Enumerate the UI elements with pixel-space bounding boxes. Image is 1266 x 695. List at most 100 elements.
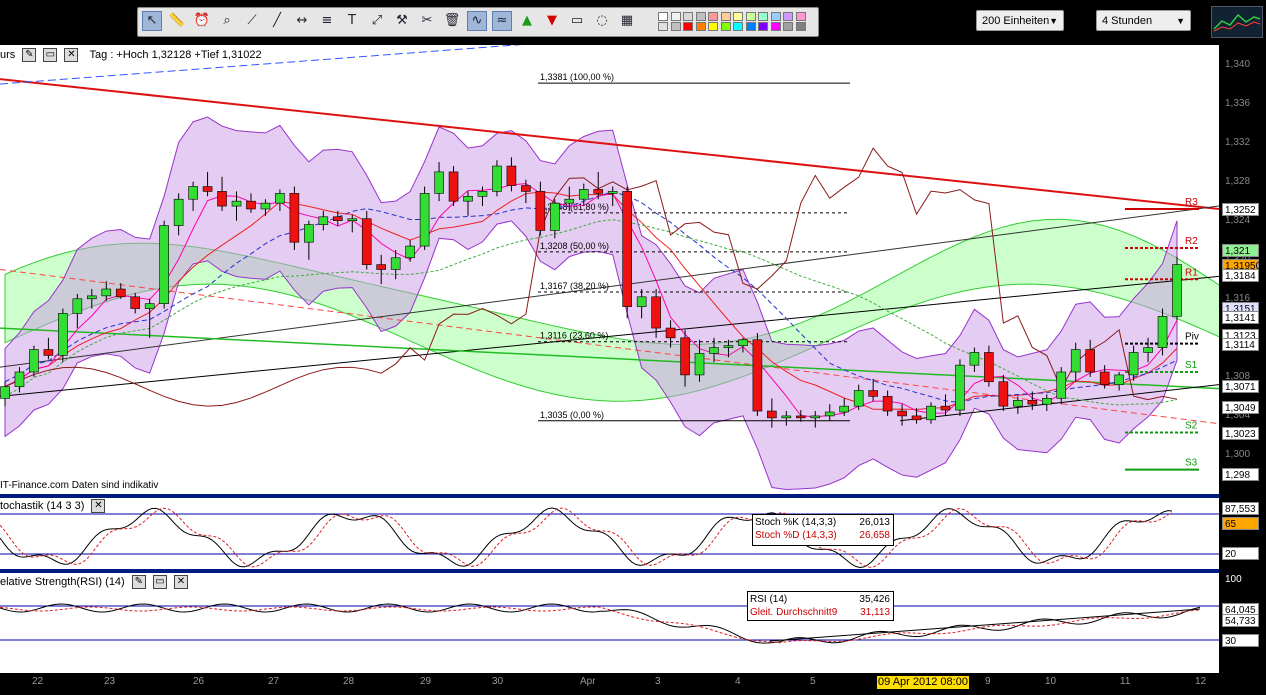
time-axis-label: 28 [343, 676, 355, 687]
price-axis-tag: 1,3071 [1222, 379, 1259, 393]
fib-icon[interactable]: ≡ [317, 11, 337, 31]
candle-body [434, 171, 444, 194]
candle-body [680, 337, 690, 376]
color-swatch[interactable] [770, 12, 781, 21]
candle-body [969, 352, 980, 366]
candle-body [506, 165, 517, 186]
color-swatch[interactable] [670, 22, 681, 31]
color-swatch[interactable] [683, 22, 693, 31]
color-swatch[interactable] [783, 22, 793, 31]
timeframe-dropdown[interactable]: 4 Stunden ▼ [1096, 10, 1191, 31]
stoch-axis-tag: 20 [1222, 547, 1259, 560]
rsi-value: 35,426 [859, 594, 890, 605]
time-axis-label: 10 [1045, 676, 1057, 687]
buy-arrow-icon[interactable]: ▲ [517, 11, 537, 31]
candle-body [419, 193, 430, 247]
color-swatch[interactable] [758, 12, 768, 21]
color-swatch[interactable] [708, 22, 718, 31]
sell-arrow-icon[interactable]: ▼ [542, 11, 562, 31]
units-dropdown[interactable]: 200 Einheiten ▼ [976, 10, 1064, 31]
stochastic-legend: Stoch %K (14,3,3) 26,013 Stoch %D (14,3,… [752, 514, 894, 546]
candle-body [897, 410, 907, 417]
ray-icon[interactable]: ╱ [267, 11, 287, 31]
candle-body [275, 193, 285, 204]
candle-body [926, 405, 936, 421]
color-swatch[interactable] [733, 12, 743, 21]
fib-level-label: 1,3035 (0,00 %) [540, 410, 604, 420]
candle-body [521, 185, 531, 192]
time-axis-label: 12 [1195, 676, 1207, 687]
tools-icon[interactable]: ✂ [417, 11, 437, 31]
close-icon[interactable]: ✕ [91, 499, 106, 514]
color-swatch[interactable] [733, 22, 743, 31]
color-swatch[interactable] [783, 12, 793, 21]
horizontal-line-icon[interactable]: ↔ [292, 11, 312, 31]
color-swatch[interactable] [658, 22, 668, 31]
color-swatch[interactable] [795, 12, 806, 21]
overlay-icon[interactable]: ≈ [492, 11, 512, 31]
pointer-icon[interactable]: ↖ [142, 11, 162, 31]
zoom-icon[interactable]: ⌕ [217, 11, 237, 31]
candle-body [1056, 371, 1067, 399]
grid-icon[interactable]: ▦ [617, 11, 637, 31]
color-swatch[interactable] [695, 12, 706, 21]
wrench-icon[interactable]: ✎ [22, 48, 37, 63]
indicator-icon[interactable]: ∿ [467, 11, 487, 31]
color-swatch[interactable] [745, 12, 756, 21]
units-dropdown-label: 200 Einheiten [982, 15, 1050, 27]
candle-body [622, 191, 632, 307]
color-swatch[interactable] [745, 22, 756, 31]
time-axis-label: 23 [104, 676, 116, 687]
text-icon[interactable]: T [342, 11, 362, 31]
color-swatch[interactable] [708, 12, 718, 21]
lasso-icon[interactable]: ◌ [592, 11, 612, 31]
window-icon[interactable]: ▭ [43, 48, 58, 63]
color-swatch[interactable] [770, 22, 781, 31]
ruler-icon[interactable]: 📏 [167, 11, 187, 31]
candle-body [1027, 399, 1038, 405]
candle-body [839, 405, 850, 413]
candle-body [1114, 374, 1124, 385]
wrench-icon[interactable]: ✎ [131, 575, 146, 590]
chart-thumbnail-icon[interactable] [1211, 6, 1263, 38]
trash-icon[interactable]: 🗑 [442, 11, 462, 31]
candle-body [607, 191, 618, 194]
time-axis-label: 26 [193, 676, 205, 687]
trendline-icon[interactable]: ⟋ [242, 11, 262, 31]
price-axis-tag: 1,298 [1222, 468, 1259, 482]
color-swatch[interactable] [795, 22, 806, 31]
window-icon[interactable]: ▭ [152, 575, 167, 590]
candle-body [911, 415, 922, 421]
candle-body [130, 296, 141, 309]
fib-level-label: 1,3381 (100,00 %) [540, 72, 614, 82]
pivot-level-label: S3 [1185, 458, 1198, 469]
price-axis-tick: 1,300 [1225, 448, 1251, 460]
alarm-icon[interactable]: ⏰ [192, 11, 212, 31]
color-swatch[interactable] [720, 12, 731, 21]
time-axis [0, 673, 1266, 695]
timeframe-dropdown-label: 4 Stunden [1102, 15, 1153, 27]
stoch-axis-tag: 65 [1222, 517, 1259, 530]
color-swatch[interactable] [695, 22, 706, 31]
price-axis-tag: 1,3023 [1222, 426, 1259, 440]
pivot-level-label: R1 [1185, 267, 1198, 278]
color-swatch[interactable] [758, 22, 768, 31]
candle-body [810, 415, 821, 419]
price-axis-tick: 1,336 [1225, 97, 1251, 109]
rsi-axis-tick: 100 [1225, 574, 1242, 585]
color-swatch[interactable] [658, 12, 668, 21]
close-icon[interactable]: ✕ [173, 575, 188, 590]
candle-body [1085, 349, 1095, 373]
price-axis-tag: 1,3141 [1222, 311, 1259, 325]
rectangle-icon[interactable]: ▭ [567, 11, 587, 31]
stoch-k-line [0, 507, 1173, 568]
candle-body [1070, 349, 1081, 373]
crosshair-date-label: 09 Apr 2012 08:00 [877, 676, 969, 689]
color-swatch[interactable] [720, 22, 731, 31]
settings-icon[interactable]: ⚒ [392, 11, 412, 31]
arrow-icon[interactable]: ⤢ [367, 11, 387, 31]
color-swatch[interactable] [670, 12, 681, 21]
close-icon[interactable]: ✕ [64, 48, 79, 63]
color-swatch[interactable] [683, 12, 693, 21]
rsi-label: RSI (14) [750, 594, 788, 605]
